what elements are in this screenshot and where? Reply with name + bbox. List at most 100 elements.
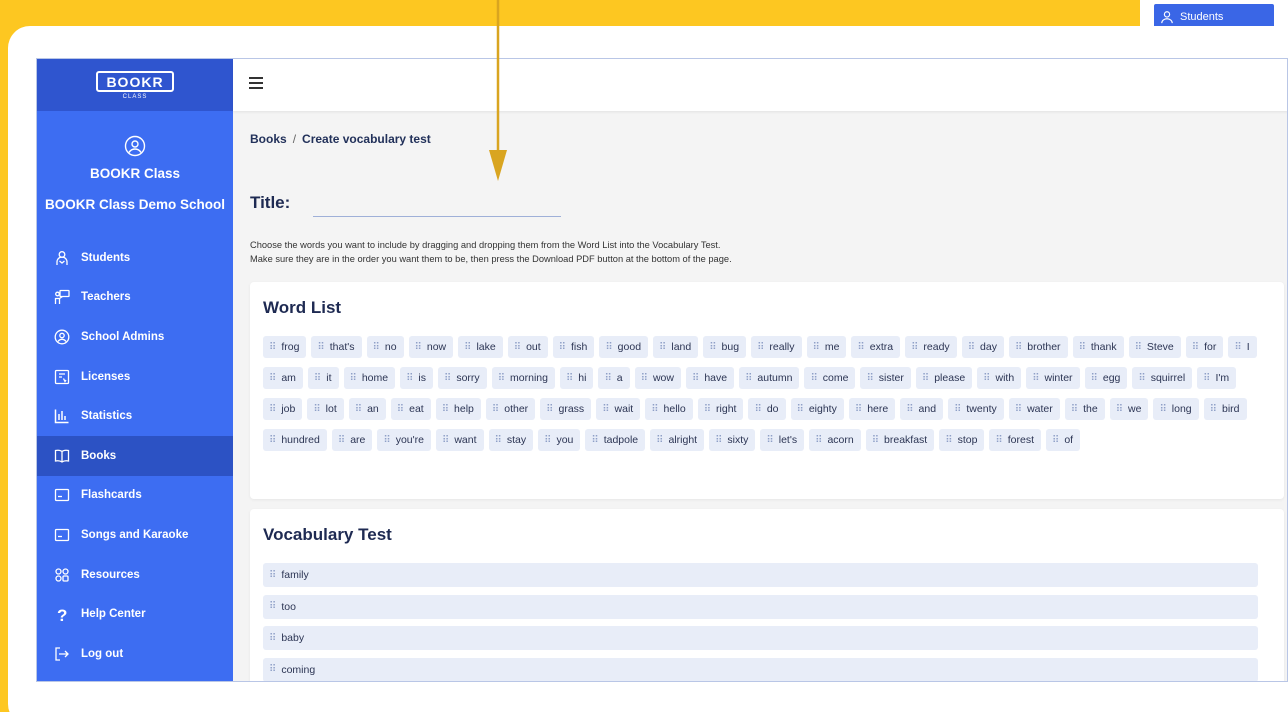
word-chip[interactable]: ⠿ here bbox=[848, 398, 896, 420]
word-chip[interactable]: ⠿ Steve bbox=[1128, 336, 1181, 358]
word-chip[interactable]: ⠿ tadpole bbox=[585, 429, 646, 451]
sidebar-item-students[interactable]: Students bbox=[37, 238, 233, 278]
word-chip[interactable]: ⠿ long bbox=[1153, 398, 1199, 420]
vocabulary-test-list[interactable]: ⠿ family ⠿ too ⠿ baby ⠿ coming bbox=[263, 563, 1258, 681]
word-chip[interactable]: ⠿ land bbox=[653, 336, 699, 358]
brand-header[interactable]: BOOKR CLASS bbox=[37, 59, 233, 111]
word-chip[interactable]: ⠿ winter bbox=[1026, 367, 1080, 389]
vocab-test-item[interactable]: ⠿ family bbox=[263, 563, 1258, 587]
main-content: Books / Create vocabulary test Title: Choo… bbox=[233, 111, 1287, 681]
word-chip[interactable]: ⠿ brother bbox=[1008, 336, 1068, 358]
word-chip[interactable]: ⠿ thank bbox=[1072, 336, 1124, 358]
word-chip[interactable]: ⠿ forest bbox=[989, 429, 1042, 451]
word-chip[interactable]: ⠿ sorry bbox=[438, 367, 487, 389]
vocab-test-item[interactable]: ⠿ baby bbox=[263, 626, 1258, 650]
word-chip[interactable]: ⠿ wow bbox=[634, 367, 681, 389]
word-chip[interactable]: ⠿ ready bbox=[905, 336, 957, 358]
word-chip[interactable]: ⠿ hello bbox=[645, 398, 693, 420]
word-chip[interactable]: ⠿ the bbox=[1064, 398, 1105, 420]
word-chip[interactable]: ⠿ want bbox=[436, 429, 484, 451]
drag-handle-icon: ⠿ bbox=[1234, 341, 1241, 353]
word-chip[interactable]: ⠿ have bbox=[685, 367, 735, 389]
word-chip[interactable]: ⠿ do bbox=[748, 398, 786, 420]
sidebar-item-help-center[interactable]: ? Help Center bbox=[37, 594, 233, 634]
word-chip[interactable]: ⠿ stay bbox=[488, 429, 534, 451]
word-chip[interactable]: ⠿ an bbox=[348, 398, 386, 420]
word-chip[interactable]: ⠿ I bbox=[1228, 336, 1257, 358]
word-list-chips: ⠿ frog ⠿ that's ⠿ no ⠿ now ⠿ lake ⠿ out ⠿ fish ⠿ good ⠿ l… bbox=[263, 336, 1273, 451]
word-chip[interactable]: ⠿ eighty bbox=[790, 398, 844, 420]
word-chip[interactable]: ⠿ of bbox=[1046, 429, 1081, 451]
word-chip[interactable]: ⠿ we bbox=[1109, 398, 1149, 420]
word-chip[interactable]: ⠿ job bbox=[263, 398, 303, 420]
word-chip[interactable]: ⠿ am bbox=[263, 367, 303, 389]
word-chip[interactable]: ⠿ lake bbox=[458, 336, 503, 358]
word-chip[interactable]: ⠿ a bbox=[598, 367, 630, 389]
word-chip[interactable]: ⠿ home bbox=[343, 367, 396, 389]
word-chip[interactable]: ⠿ are bbox=[331, 429, 373, 451]
word-chip[interactable]: ⠿ stop bbox=[939, 429, 985, 451]
sidebar-item-books[interactable]: Books bbox=[37, 435, 233, 476]
sidebar-item-flashcards[interactable]: Flashcards bbox=[37, 476, 233, 516]
word-chip[interactable]: ⠿ grass bbox=[540, 398, 592, 420]
word-chip[interactable]: ⠿ and bbox=[900, 398, 944, 420]
word-chip[interactable]: ⠿ sister bbox=[860, 367, 911, 389]
word-chip[interactable]: ⠿ fish bbox=[552, 336, 595, 358]
word-chip[interactable]: ⠿ egg bbox=[1084, 367, 1128, 389]
word-chip[interactable]: ⠿ other bbox=[485, 398, 536, 420]
word-chip[interactable]: ⠿ is bbox=[400, 367, 434, 389]
word-chip[interactable]: ⠿ bug bbox=[703, 336, 747, 358]
sidebar-item-statistics[interactable]: Statistics bbox=[37, 396, 233, 436]
word-chip[interactable]: ⠿ wait bbox=[596, 398, 641, 420]
word-chip[interactable]: ⠿ out bbox=[507, 336, 548, 358]
word-chip[interactable]: ⠿ help bbox=[435, 398, 481, 420]
word-chip[interactable]: ⠿ sixty bbox=[709, 429, 756, 451]
word-chip[interactable]: ⠿ acorn bbox=[809, 429, 861, 451]
word-chip[interactable]: ⠿ for bbox=[1185, 336, 1224, 358]
word-chip[interactable]: ⠿ me bbox=[806, 336, 847, 358]
word-chip[interactable]: ⠿ really bbox=[751, 336, 802, 358]
word-chip[interactable]: ⠿ extra bbox=[851, 336, 901, 358]
word-chip[interactable]: ⠿ come bbox=[804, 367, 856, 389]
drag-handle-icon: ⠿ bbox=[313, 403, 320, 415]
word-chip[interactable]: ⠿ hundred bbox=[263, 429, 327, 451]
word-chip[interactable]: ⠿ now bbox=[408, 336, 454, 358]
word-chip[interactable]: ⠿ it bbox=[307, 367, 339, 389]
word-chip[interactable]: ⠿ alright bbox=[650, 429, 705, 451]
word-chip[interactable]: ⠿ autumn bbox=[739, 367, 800, 389]
breadcrumb-books-link[interactable]: Books bbox=[250, 132, 287, 146]
word-chip[interactable]: ⠿ breakfast bbox=[865, 429, 935, 451]
word-chip[interactable]: ⠿ right bbox=[697, 398, 744, 420]
word-chip[interactable]: ⠿ day bbox=[961, 336, 1004, 358]
word-chip[interactable]: ⠿ morning bbox=[491, 367, 555, 389]
vocab-test-item[interactable]: ⠿ too bbox=[263, 594, 1258, 619]
word-chip[interactable]: ⠿ lot bbox=[307, 398, 344, 420]
sidebar-item-teachers[interactable]: Teachers bbox=[37, 278, 233, 318]
menu-toggle-button[interactable] bbox=[249, 77, 263, 89]
word-chip[interactable]: ⠿ good bbox=[599, 336, 649, 358]
word-chip[interactable]: ⠿ eat bbox=[390, 398, 431, 420]
sidebar-item-songs-karaoke[interactable]: Songs and Karaoke bbox=[37, 515, 233, 555]
word-chip[interactable]: ⠿ frog bbox=[263, 336, 307, 358]
word-chip[interactable]: ⠿ that's bbox=[311, 336, 362, 358]
title-input[interactable] bbox=[313, 197, 561, 217]
word-chip[interactable]: ⠿ twenty bbox=[948, 398, 1004, 420]
word-chip[interactable]: ⠿ water bbox=[1008, 398, 1060, 420]
word-chip[interactable]: ⠿ you're bbox=[377, 429, 431, 451]
word-chip-label: alright bbox=[668, 434, 698, 446]
word-chip[interactable]: ⠿ hi bbox=[559, 367, 594, 389]
word-chip[interactable]: ⠿ bird bbox=[1203, 398, 1247, 420]
sidebar-item-resources[interactable]: Resources bbox=[37, 555, 233, 595]
word-chip[interactable]: ⠿ let's bbox=[760, 429, 805, 451]
word-chip[interactable]: ⠿ squirrel bbox=[1132, 367, 1193, 389]
word-chip[interactable]: ⠿ you bbox=[538, 429, 581, 451]
word-chip[interactable]: ⠿ with bbox=[977, 367, 1022, 389]
vocab-test-item[interactable]: ⠿ coming bbox=[263, 657, 1258, 681]
sidebar-item-log-out[interactable]: Log out bbox=[37, 634, 233, 674]
word-chip[interactable]: ⠿ please bbox=[915, 367, 973, 389]
word-chip[interactable]: ⠿ no bbox=[366, 336, 404, 358]
sidebar-item-licenses[interactable]: Licenses bbox=[37, 357, 233, 397]
word-chip[interactable]: ⠿ I'm bbox=[1197, 367, 1237, 389]
sidebar-item-school-admins[interactable]: School Admins bbox=[37, 317, 233, 357]
drag-handle-icon: ⠿ bbox=[491, 403, 499, 415]
